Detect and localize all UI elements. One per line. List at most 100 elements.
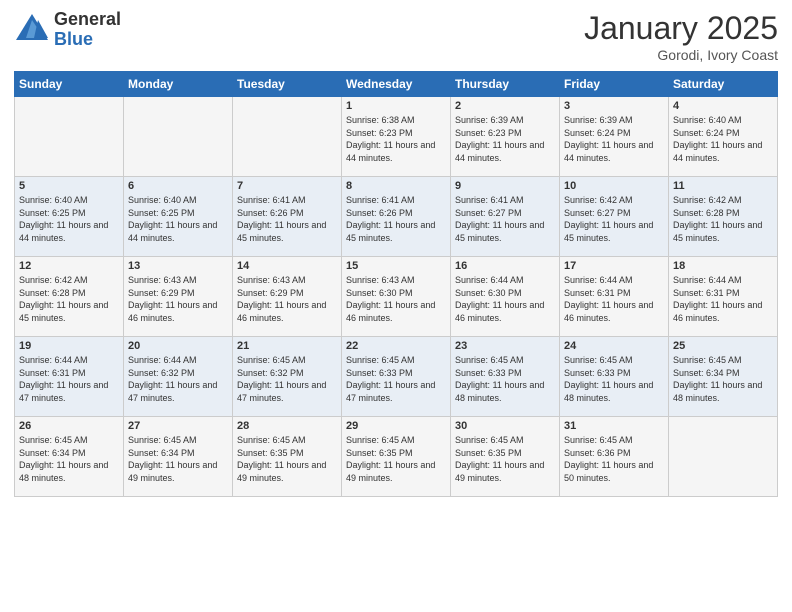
day-info: Sunrise: 6:43 AM Sunset: 6:29 PM Dayligh… — [237, 274, 337, 324]
weekday-header-thursday: Thursday — [451, 72, 560, 97]
day-info: Sunrise: 6:45 AM Sunset: 6:34 PM Dayligh… — [19, 434, 119, 484]
page: General Blue January 2025 Gorodi, Ivory … — [0, 0, 792, 612]
day-info: Sunrise: 6:45 AM Sunset: 6:32 PM Dayligh… — [237, 354, 337, 404]
day-number: 14 — [237, 260, 337, 272]
day-info: Sunrise: 6:39 AM Sunset: 6:24 PM Dayligh… — [564, 114, 664, 164]
day-info: Sunrise: 6:43 AM Sunset: 6:30 PM Dayligh… — [346, 274, 446, 324]
day-cell: 8Sunrise: 6:41 AM Sunset: 6:26 PM Daylig… — [342, 177, 451, 257]
day-number: 4 — [673, 100, 773, 112]
day-cell: 14 Sunrise: 6:43 AM Sunset: 6:29 PM Dayli… — [233, 257, 342, 337]
weekday-header-saturday: Saturday — [669, 72, 778, 97]
day-cell: 16 Sunrise: 6:44 AM Sunset: 6:30 PM Dayli… — [451, 257, 560, 337]
day-info: Sunrise: 6:42 AM Sunset: 6:27 PM Dayligh… — [564, 194, 664, 244]
calendar-table: SundayMondayTuesdayWednesdayThursdayFrid… — [14, 71, 778, 497]
day-number: 16 — [455, 260, 555, 272]
day-number: 6 — [128, 180, 228, 192]
day-number: 30 — [455, 420, 555, 432]
logo-general-label: General — [54, 10, 121, 30]
day-info: Sunrise: 6:44 AM Sunset: 6:30 PM Dayligh… — [455, 274, 555, 324]
day-info: Sunrise: 6:45 AM Sunset: 6:33 PM Dayligh… — [455, 354, 555, 404]
day-number: 22 — [346, 340, 446, 352]
day-cell: 27Sunrise: 6:45 AM Sunset: 6:34 PM Dayli… — [124, 417, 233, 497]
day-cell: 22 Sunrise: 6:45 AM Sunset: 6:33 PM Dayli… — [342, 337, 451, 417]
day-number: 2 — [455, 100, 555, 112]
day-cell — [233, 97, 342, 177]
day-info: Sunrise: 6:45 AM Sunset: 6:36 PM Dayligh… — [564, 434, 664, 484]
day-number: 23 — [455, 340, 555, 352]
logo-blue-label: Blue — [54, 30, 121, 50]
day-number: 26 — [19, 420, 119, 432]
day-number: 10 — [564, 180, 664, 192]
weekday-header-row: SundayMondayTuesdayWednesdayThursdayFrid… — [15, 72, 778, 97]
day-cell: 5 Sunrise: 6:40 AM Sunset: 6:25 PM Daylig… — [15, 177, 124, 257]
day-number: 13 — [128, 260, 228, 272]
day-info: Sunrise: 6:45 AM Sunset: 6:35 PM Dayligh… — [346, 434, 446, 484]
day-cell — [15, 97, 124, 177]
day-number: 24 — [564, 340, 664, 352]
day-info: Sunrise: 6:40 AM Sunset: 6:24 PM Dayligh… — [673, 114, 773, 164]
day-number: 25 — [673, 340, 773, 352]
logo: General Blue — [14, 10, 121, 50]
weekday-header-monday: Monday — [124, 72, 233, 97]
day-info: Sunrise: 6:45 AM Sunset: 6:35 PM Dayligh… — [237, 434, 337, 484]
day-number: 3 — [564, 100, 664, 112]
day-cell: 1 Sunrise: 6:38 AM Sunset: 6:23 PM Daylig… — [342, 97, 451, 177]
day-cell: 13 Sunrise: 6:43 AM Sunset: 6:29 PM Dayli… — [124, 257, 233, 337]
day-number: 18 — [673, 260, 773, 272]
day-cell: 18 Sunrise: 6:44 AM Sunset: 6:31 PM Dayli… — [669, 257, 778, 337]
day-number: 21 — [237, 340, 337, 352]
day-cell: 7Sunrise: 6:41 AM Sunset: 6:26 PM Daylig… — [233, 177, 342, 257]
day-cell: 12Sunrise: 6:42 AM Sunset: 6:28 PM Dayli… — [15, 257, 124, 337]
day-info: Sunrise: 6:44 AM Sunset: 6:32 PM Dayligh… — [128, 354, 228, 404]
header: General Blue January 2025 Gorodi, Ivory … — [14, 10, 778, 63]
day-number: 29 — [346, 420, 446, 432]
day-info: Sunrise: 6:39 AM Sunset: 6:23 PM Dayligh… — [455, 114, 555, 164]
day-number: 27 — [128, 420, 228, 432]
day-cell: 25 Sunrise: 6:45 AM Sunset: 6:34 PM Dayli… — [669, 337, 778, 417]
day-cell: 9 Sunrise: 6:41 AM Sunset: 6:27 PM Daylig… — [451, 177, 560, 257]
day-number: 17 — [564, 260, 664, 272]
day-info: Sunrise: 6:40 AM Sunset: 6:25 PM Dayligh… — [19, 194, 119, 244]
day-cell: 2 Sunrise: 6:39 AM Sunset: 6:23 PM Daylig… — [451, 97, 560, 177]
day-number: 9 — [455, 180, 555, 192]
week-row-2: 12Sunrise: 6:42 AM Sunset: 6:28 PM Dayli… — [15, 257, 778, 337]
day-info: Sunrise: 6:45 AM Sunset: 6:33 PM Dayligh… — [564, 354, 664, 404]
calendar-subtitle: Gorodi, Ivory Coast — [584, 47, 778, 63]
day-cell: 29 Sunrise: 6:45 AM Sunset: 6:35 PM Dayli… — [342, 417, 451, 497]
day-number: 15 — [346, 260, 446, 272]
week-row-0: 1 Sunrise: 6:38 AM Sunset: 6:23 PM Daylig… — [15, 97, 778, 177]
day-info: Sunrise: 6:43 AM Sunset: 6:29 PM Dayligh… — [128, 274, 228, 324]
day-info: Sunrise: 6:45 AM Sunset: 6:33 PM Dayligh… — [346, 354, 446, 404]
logo-icon — [14, 12, 50, 48]
week-row-3: 19Sunrise: 6:44 AM Sunset: 6:31 PM Dayli… — [15, 337, 778, 417]
day-number: 1 — [346, 100, 446, 112]
day-info: Sunrise: 6:41 AM Sunset: 6:27 PM Dayligh… — [455, 194, 555, 244]
day-info: Sunrise: 6:44 AM Sunset: 6:31 PM Dayligh… — [673, 274, 773, 324]
day-number: 11 — [673, 180, 773, 192]
week-row-1: 5 Sunrise: 6:40 AM Sunset: 6:25 PM Daylig… — [15, 177, 778, 257]
title-block: January 2025 Gorodi, Ivory Coast — [584, 10, 778, 63]
calendar-title: January 2025 — [584, 10, 778, 47]
day-info: Sunrise: 6:42 AM Sunset: 6:28 PM Dayligh… — [673, 194, 773, 244]
day-cell: 6 Sunrise: 6:40 AM Sunset: 6:25 PM Daylig… — [124, 177, 233, 257]
day-number: 5 — [19, 180, 119, 192]
day-cell: 3 Sunrise: 6:39 AM Sunset: 6:24 PM Daylig… — [560, 97, 669, 177]
day-number: 20 — [128, 340, 228, 352]
day-number: 28 — [237, 420, 337, 432]
day-cell: 30 Sunrise: 6:45 AM Sunset: 6:35 PM Dayli… — [451, 417, 560, 497]
day-info: Sunrise: 6:44 AM Sunset: 6:31 PM Dayligh… — [19, 354, 119, 404]
day-cell: 21 Sunrise: 6:45 AM Sunset: 6:32 PM Dayli… — [233, 337, 342, 417]
day-cell: 20 Sunrise: 6:44 AM Sunset: 6:32 PM Dayli… — [124, 337, 233, 417]
day-info: Sunrise: 6:45 AM Sunset: 6:34 PM Dayligh… — [673, 354, 773, 404]
day-cell: 24 Sunrise: 6:45 AM Sunset: 6:33 PM Dayli… — [560, 337, 669, 417]
day-cell: 11 Sunrise: 6:42 AM Sunset: 6:28 PM Dayli… — [669, 177, 778, 257]
day-info: Sunrise: 6:44 AM Sunset: 6:31 PM Dayligh… — [564, 274, 664, 324]
day-info: Sunrise: 6:38 AM Sunset: 6:23 PM Dayligh… — [346, 114, 446, 164]
day-cell — [124, 97, 233, 177]
day-cell: 19Sunrise: 6:44 AM Sunset: 6:31 PM Dayli… — [15, 337, 124, 417]
weekday-header-friday: Friday — [560, 72, 669, 97]
day-info: Sunrise: 6:40 AM Sunset: 6:25 PM Dayligh… — [128, 194, 228, 244]
day-info: Sunrise: 6:45 AM Sunset: 6:35 PM Dayligh… — [455, 434, 555, 484]
day-info: Sunrise: 6:42 AM Sunset: 6:28 PM Dayligh… — [19, 274, 119, 324]
day-number: 8 — [346, 180, 446, 192]
